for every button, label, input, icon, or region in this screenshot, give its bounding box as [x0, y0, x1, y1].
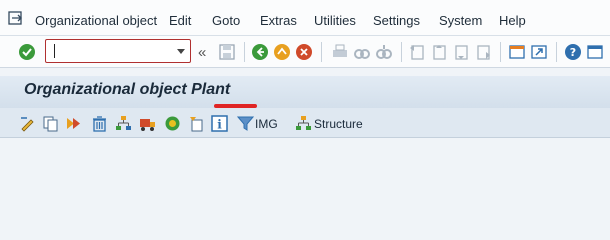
exit-icon[interactable] [273, 43, 291, 61]
find-next-icon[interactable] [375, 43, 393, 61]
menu-bar: Organizational object Edit Goto Extras U… [0, 0, 610, 36]
filter-icon[interactable] [237, 115, 254, 132]
next-page-icon[interactable] [452, 43, 470, 61]
structure-button-label[interactable]: Structure [314, 117, 363, 131]
enter-icon[interactable] [18, 43, 36, 61]
change-icon[interactable] [19, 115, 36, 132]
help-icon[interactable]: ? [564, 43, 582, 61]
save-icon[interactable] [218, 43, 236, 61]
menu-edit[interactable]: Edit [169, 13, 191, 28]
info-icon[interactable]: i [211, 115, 228, 132]
menu-organizational-object[interactable]: Organizational object [35, 13, 157, 28]
svg-text:?: ? [570, 46, 576, 59]
menu-goto[interactable]: Goto [212, 13, 240, 28]
transport-icon[interactable] [139, 115, 156, 132]
double-chevron-left-icon[interactable]: « [198, 44, 206, 61]
assign-icon[interactable] [188, 115, 205, 132]
toolbar-separator [401, 42, 402, 62]
menu-settings[interactable]: Settings [373, 13, 420, 28]
standard-toolbar: « ? [0, 36, 610, 68]
menu-system[interactable]: System [439, 13, 482, 28]
first-page-icon[interactable] [408, 43, 426, 61]
shortcut-icon[interactable] [530, 43, 548, 61]
command-field[interactable] [45, 39, 191, 63]
toolbar-separator [556, 42, 557, 62]
toolbar-separator [500, 42, 501, 62]
page-title: Organizational object Plant [24, 81, 231, 98]
img-button-label[interactable]: IMG [255, 117, 278, 131]
customize-layout-icon[interactable] [586, 43, 604, 61]
last-page-icon[interactable] [474, 43, 492, 61]
find-icon[interactable] [353, 43, 371, 61]
check-icon[interactable] [164, 115, 181, 132]
menu-help[interactable]: Help [499, 13, 526, 28]
content-area [0, 139, 610, 224]
toolbar-separator [321, 42, 322, 62]
structure-icon[interactable] [295, 115, 312, 132]
text-cursor [54, 44, 55, 58]
menu-extras[interactable]: Extras [260, 13, 297, 28]
hierarchy-icon[interactable] [115, 115, 132, 132]
copy-to-icon[interactable] [65, 115, 82, 132]
back-icon[interactable] [251, 43, 269, 61]
svg-text:i: i [217, 118, 222, 132]
create-session-icon[interactable] [508, 43, 526, 61]
copy-icon[interactable] [42, 115, 59, 132]
toolbar-separator [244, 42, 245, 62]
menu-utilities[interactable]: Utilities [314, 13, 356, 28]
cancel-icon[interactable] [295, 43, 313, 61]
previous-page-icon[interactable] [430, 43, 448, 61]
delete-icon[interactable] [91, 115, 108, 132]
chevron-down-icon[interactable] [177, 49, 185, 54]
print-icon[interactable] [331, 43, 349, 61]
menu-toggle-icon[interactable] [8, 11, 24, 25]
